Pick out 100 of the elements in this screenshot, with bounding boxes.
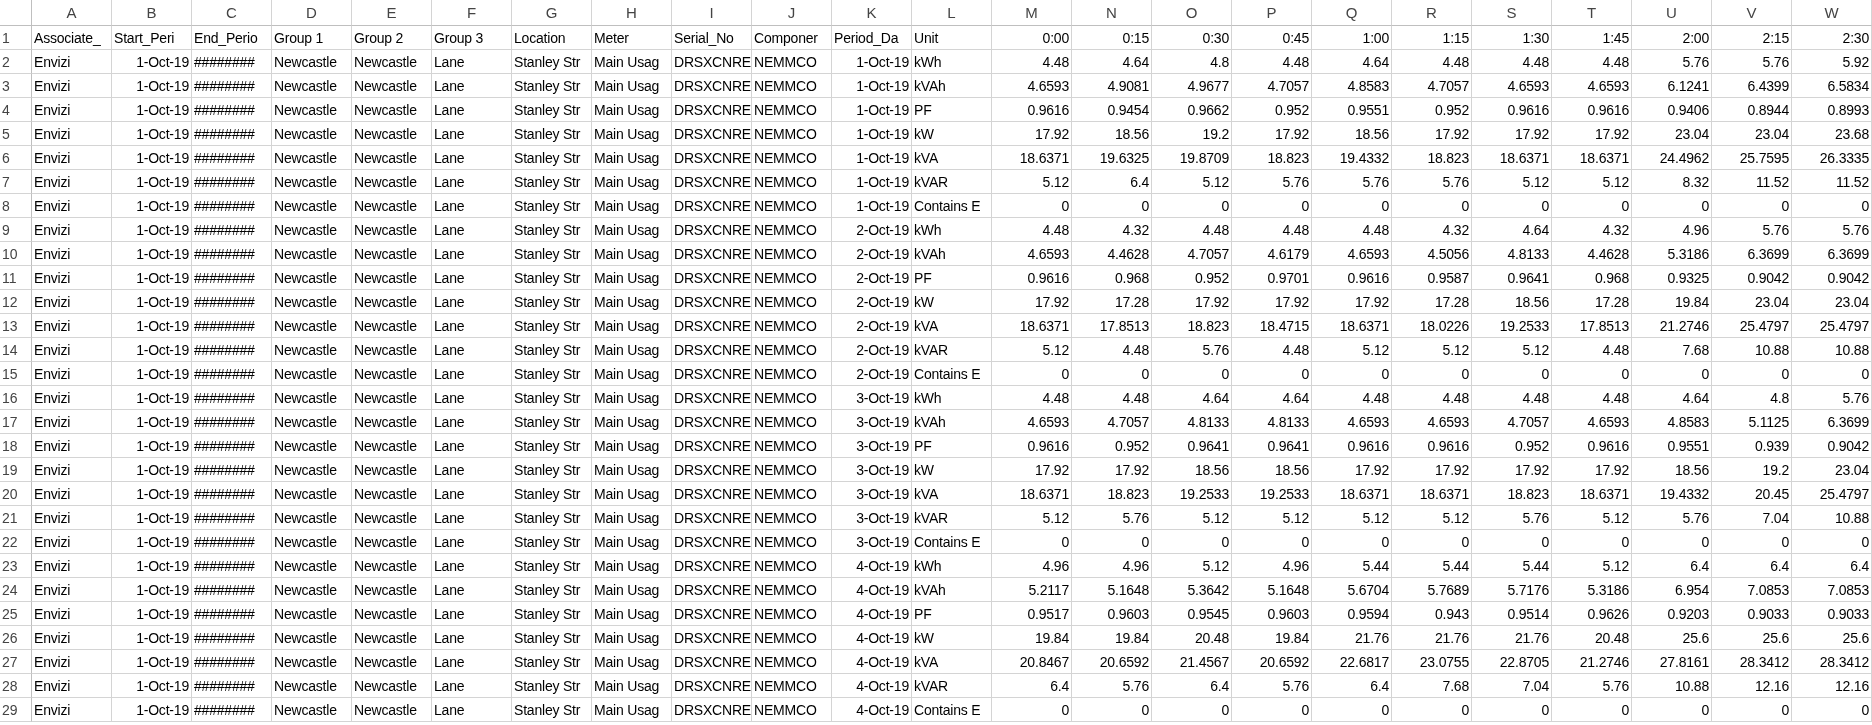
table-cell: 5.12 bbox=[1552, 506, 1632, 530]
table-cell: 3-Oct-19 bbox=[832, 434, 912, 458]
row-header[interactable]: 17 bbox=[0, 410, 32, 434]
column-header[interactable]: W bbox=[1792, 0, 1872, 26]
column-header[interactable]: R bbox=[1392, 0, 1472, 26]
select-all-button[interactable] bbox=[0, 0, 32, 26]
table-cell: Main Usag bbox=[592, 74, 672, 98]
table-cell: 5.76 bbox=[1632, 50, 1712, 74]
row-header[interactable]: 3 bbox=[0, 74, 32, 98]
column-header[interactable]: V bbox=[1712, 0, 1792, 26]
column-header[interactable]: O bbox=[1152, 0, 1232, 26]
table-cell: 19.8709 bbox=[1152, 146, 1232, 170]
column-header[interactable]: D bbox=[272, 0, 352, 26]
column-header[interactable]: P bbox=[1232, 0, 1312, 26]
table-cell: 18.56 bbox=[1312, 122, 1392, 146]
row-header[interactable]: 12 bbox=[0, 290, 32, 314]
column-header[interactable]: M bbox=[992, 0, 1072, 26]
table-cell: 1-Oct-19 bbox=[112, 386, 192, 410]
table-cell: 1-Oct-19 bbox=[832, 146, 912, 170]
row-header[interactable]: 24 bbox=[0, 578, 32, 602]
row-header[interactable]: 11 bbox=[0, 266, 32, 290]
column-header[interactable]: K bbox=[832, 0, 912, 26]
row-header[interactable]: 8 bbox=[0, 194, 32, 218]
row-header[interactable]: 1 bbox=[0, 26, 32, 50]
row-header[interactable]: 21 bbox=[0, 506, 32, 530]
row-header[interactable]: 22 bbox=[0, 530, 32, 554]
table-cell: 6.4 bbox=[1712, 554, 1792, 578]
table-cell: 0 bbox=[1792, 194, 1872, 218]
table-cell: kVAh bbox=[912, 242, 992, 266]
column-header[interactable]: L bbox=[912, 0, 992, 26]
column-header[interactable]: B bbox=[112, 0, 192, 26]
table-cell: Main Usag bbox=[592, 698, 672, 722]
row-header[interactable]: 15 bbox=[0, 362, 32, 386]
row-header[interactable]: 29 bbox=[0, 698, 32, 722]
column-header[interactable]: E bbox=[352, 0, 432, 26]
table-cell: 4.64 bbox=[1152, 386, 1232, 410]
table-cell: 19.2533 bbox=[1472, 314, 1552, 338]
table-cell: 4.32 bbox=[1392, 218, 1472, 242]
row-header[interactable]: 4 bbox=[0, 98, 32, 122]
row-header[interactable]: 10 bbox=[0, 242, 32, 266]
column-header[interactable]: G bbox=[512, 0, 592, 26]
row-header[interactable]: 18 bbox=[0, 434, 32, 458]
table-cell: Newcastle bbox=[272, 578, 352, 602]
row-header[interactable]: 28 bbox=[0, 674, 32, 698]
row-header[interactable]: 7 bbox=[0, 170, 32, 194]
row-header[interactable]: 6 bbox=[0, 146, 32, 170]
table-cell: 3-Oct-19 bbox=[832, 386, 912, 410]
table-cell: 0.9641 bbox=[1152, 434, 1232, 458]
row-header[interactable]: 19 bbox=[0, 458, 32, 482]
table-cell: 5.44 bbox=[1392, 554, 1472, 578]
table-cell: 1-Oct-19 bbox=[112, 578, 192, 602]
table-cell: DRSXCNRE bbox=[672, 674, 752, 698]
table-cell: ######## bbox=[192, 338, 272, 362]
column-header[interactable]: J bbox=[752, 0, 832, 26]
table-cell: Lane bbox=[432, 482, 512, 506]
table-cell: 0 bbox=[1552, 698, 1632, 722]
table-cell: Envizi bbox=[32, 674, 112, 698]
column-header[interactable]: I bbox=[672, 0, 752, 26]
column-header[interactable]: A bbox=[32, 0, 112, 26]
table-cell: Newcastle bbox=[272, 482, 352, 506]
row-header[interactable]: 16 bbox=[0, 386, 32, 410]
column-header[interactable]: C bbox=[192, 0, 272, 26]
table-cell: Newcastle bbox=[272, 194, 352, 218]
row-header[interactable]: 13 bbox=[0, 314, 32, 338]
table-cell: 24.4962 bbox=[1632, 146, 1712, 170]
row-header[interactable]: 25 bbox=[0, 602, 32, 626]
table-cell: 0.8993 bbox=[1792, 98, 1872, 122]
column-header[interactable]: Q bbox=[1312, 0, 1392, 26]
table-cell: 22.8705 bbox=[1472, 650, 1552, 674]
row-header[interactable]: 20 bbox=[0, 482, 32, 506]
column-header[interactable]: U bbox=[1632, 0, 1712, 26]
row-header[interactable]: 27 bbox=[0, 650, 32, 674]
row-header[interactable]: 2 bbox=[0, 50, 32, 74]
table-cell: 4.48 bbox=[1072, 386, 1152, 410]
column-header[interactable]: T bbox=[1552, 0, 1632, 26]
table-cell: Newcastle bbox=[272, 458, 352, 482]
table-cell: 0.9517 bbox=[992, 602, 1072, 626]
table-cell: DRSXCNRE bbox=[672, 698, 752, 722]
table-cell: NEMMCO bbox=[752, 578, 832, 602]
row-header[interactable]: 14 bbox=[0, 338, 32, 362]
table-cell: Stanley Str bbox=[512, 266, 592, 290]
table-cell: 4-Oct-19 bbox=[832, 626, 912, 650]
table-cell: 0.9616 bbox=[992, 98, 1072, 122]
row-header[interactable]: 5 bbox=[0, 122, 32, 146]
column-header[interactable]: F bbox=[432, 0, 512, 26]
table-cell: kWh bbox=[912, 386, 992, 410]
row-header[interactable]: 9 bbox=[0, 218, 32, 242]
table-cell: 10.88 bbox=[1712, 338, 1792, 362]
table-cell: kVAR bbox=[912, 170, 992, 194]
table-cell: ######## bbox=[192, 242, 272, 266]
column-header[interactable]: S bbox=[1472, 0, 1552, 26]
table-cell: Envizi bbox=[32, 122, 112, 146]
column-header[interactable]: H bbox=[592, 0, 672, 26]
table-cell: Stanley Str bbox=[512, 122, 592, 146]
table-cell: 5.7689 bbox=[1392, 578, 1472, 602]
row-header[interactable]: 26 bbox=[0, 626, 32, 650]
table-cell: DRSXCNRE bbox=[672, 146, 752, 170]
row-header[interactable]: 23 bbox=[0, 554, 32, 578]
table-cell: Stanley Str bbox=[512, 602, 592, 626]
column-header[interactable]: N bbox=[1072, 0, 1152, 26]
